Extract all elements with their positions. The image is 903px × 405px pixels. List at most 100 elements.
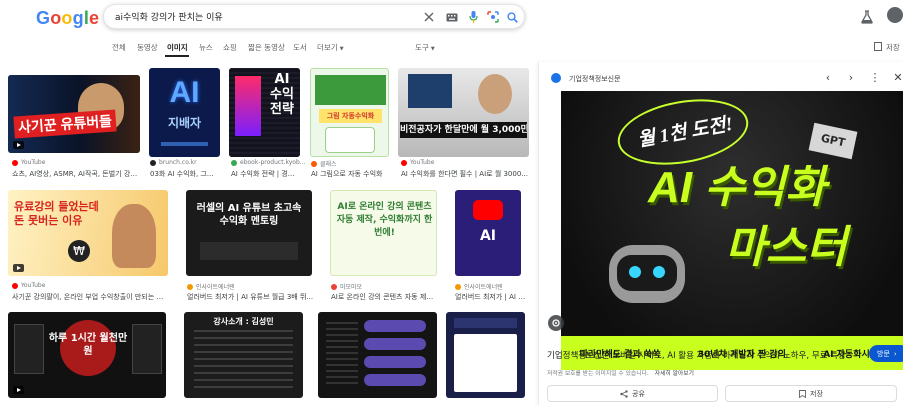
result-title[interactable]: AI로 온라인 강의 콘텐츠 자동 제작, 수... bbox=[331, 292, 439, 302]
result-title[interactable]: AI 수익화 전략 | 경... bbox=[231, 169, 301, 179]
lens-icon[interactable] bbox=[486, 10, 500, 24]
thumb-decoration bbox=[200, 242, 298, 260]
result-thumbnail[interactable]: 그림 자동수익화 bbox=[310, 68, 389, 157]
play-icon bbox=[13, 386, 24, 394]
result-thumbnail[interactable]: 러셀의 AI 유튜브 초고속 수익화 멘토링 bbox=[186, 190, 312, 276]
source-label: ebook-product.kyob... bbox=[240, 159, 306, 166]
result-source: brunch.co.kr bbox=[150, 159, 197, 166]
source-label: brunch.co.kr bbox=[159, 159, 197, 166]
more-options-icon[interactable]: ⋮ bbox=[868, 71, 882, 85]
tab-shopping[interactable]: 쇼핑 bbox=[223, 42, 237, 53]
search-icon[interactable] bbox=[505, 10, 519, 24]
source-label: YouTube bbox=[21, 159, 46, 166]
youtube-icon bbox=[401, 159, 407, 166]
result-title[interactable]: 03화 AI 수익화, 그... bbox=[150, 169, 220, 179]
thumb-card bbox=[454, 334, 517, 392]
keyboard-icon[interactable] bbox=[445, 10, 459, 24]
result-thumbnail[interactable] bbox=[318, 312, 437, 398]
logo-letter: G bbox=[36, 8, 51, 28]
result-thumbnail[interactable]: 사기꾼 유튜버들 bbox=[8, 75, 140, 153]
tab-news[interactable]: 뉴스 bbox=[199, 42, 213, 53]
tab-images[interactable]: 이미지 bbox=[167, 42, 188, 53]
site-icon bbox=[455, 283, 461, 290]
result-thumbnail[interactable] bbox=[446, 312, 525, 398]
tab-videos[interactable]: 동영상 bbox=[137, 42, 158, 53]
source-label: 인사이트에너텐 bbox=[196, 284, 235, 291]
learn-more-link[interactable]: 자세히 알아보기 bbox=[655, 371, 694, 377]
google-logo[interactable]: Google bbox=[36, 8, 99, 29]
search-box[interactable]: ai수익화 강의가 판치는 이유 bbox=[103, 4, 525, 29]
thumb-decoration bbox=[454, 318, 517, 328]
robot-head bbox=[609, 245, 685, 303]
thumb-caption: AI로 온라인 강의 콘텐츠 자동 제작, 수익화까지 한 번에! bbox=[336, 202, 433, 238]
lens-search-button[interactable] bbox=[548, 315, 564, 331]
mic-icon[interactable] bbox=[466, 10, 480, 24]
tab-books[interactable]: 도서 bbox=[293, 42, 307, 53]
result-title[interactable]: 얼러버드 최저가 | AI 유튜브 월급 3배 뛰... bbox=[187, 292, 315, 302]
result-source: 미모미모 bbox=[331, 282, 362, 291]
close-icon[interactable]: ✕ bbox=[891, 71, 903, 85]
robot-eye bbox=[629, 266, 641, 278]
tab-short-videos[interactable]: 짧은 동영상 bbox=[248, 42, 285, 53]
chevron-down-icon: ▼ bbox=[339, 46, 344, 52]
visit-button[interactable]: 방문 › bbox=[869, 345, 903, 362]
save-button[interactable]: 저장 bbox=[725, 385, 897, 402]
site-icon bbox=[311, 160, 317, 167]
result-thumbnail[interactable]: 강사소개 : 김성민 bbox=[184, 312, 303, 398]
logo-letter: o bbox=[50, 8, 62, 28]
logo-letter: o bbox=[61, 8, 73, 28]
site-icon bbox=[231, 159, 237, 166]
won-icon: ₩ bbox=[68, 240, 90, 262]
thumb-decoration bbox=[315, 75, 386, 105]
result-title[interactable]: 사기꾼 강의팔이, 온라인 부업 수익창출이 만되는 이유 bbox=[12, 292, 168, 302]
result-thumbnail[interactable]: 하루 1시간 월천만원 bbox=[8, 312, 166, 398]
result-title[interactable]: AI 수익화를 한다면 필수 | AI로 월 3000... bbox=[401, 169, 529, 179]
saved-link[interactable]: 저장 bbox=[886, 42, 900, 53]
thumb-subcaption: 지배자 bbox=[167, 116, 202, 130]
result-thumbnail[interactable]: AI 수익 전략 bbox=[229, 68, 300, 157]
result-title[interactable]: AI 그림으로 자동 수익화 bbox=[311, 169, 391, 179]
tab-all[interactable]: 전체 bbox=[112, 42, 126, 53]
youtube-logo bbox=[473, 200, 503, 220]
thumb-text-lines bbox=[194, 330, 293, 390]
tools-button[interactable]: 도구 ▼ bbox=[415, 42, 435, 53]
result-thumbnail[interactable]: 유료강의 들었는데 돈 못버는 이유 ₩ bbox=[8, 190, 168, 276]
search-input[interactable]: ai수익화 강의가 판치는 이유 bbox=[115, 10, 223, 23]
thumb-caption: AI 수익 전략 bbox=[270, 72, 294, 117]
result-source: YouTube bbox=[12, 282, 45, 289]
thumb-caption: 유료강의 들었는데 돈 못버는 이유 bbox=[14, 200, 99, 227]
next-icon[interactable]: › bbox=[844, 71, 858, 85]
avatar[interactable] bbox=[887, 7, 903, 23]
thumb-caption: 하루 1시간 월천만원 bbox=[48, 333, 128, 357]
result-source: 클래스 bbox=[311, 159, 337, 168]
tab-more[interactable]: 더보기 ▼ bbox=[317, 42, 344, 53]
site-icon bbox=[551, 73, 561, 83]
result-thumbnail[interactable]: 비전공자가 한달만에 월 3,000만원 만든 방법 bbox=[398, 68, 529, 157]
site-icon bbox=[150, 159, 156, 166]
site-icon bbox=[331, 283, 337, 290]
thumb-pill bbox=[364, 338, 426, 350]
preview-image[interactable]: 월 1천 도전! GPT AI 수익화 마스터 따라만해도 결과 쑥쑥 30년차… bbox=[561, 91, 903, 370]
robot-face bbox=[617, 255, 677, 291]
youtube-icon bbox=[12, 282, 18, 289]
share-button[interactable]: 공유 bbox=[547, 385, 718, 402]
tools-label: 도구 bbox=[415, 43, 429, 52]
tab-more-label: 더보기 bbox=[317, 43, 338, 52]
result-thumbnail[interactable]: AI bbox=[455, 190, 521, 276]
result-source: 인사이트에너텐 bbox=[187, 282, 235, 291]
result-thumbnail[interactable]: AI로 온라인 강의 콘텐츠 자동 제작, 수익화까지 한 번에! bbox=[330, 190, 437, 276]
panel-title[interactable]: 기업정책정보신문 모바일 사이트, AI 활용 자동화 마케팅과 수익화 노하우… bbox=[547, 349, 846, 361]
visit-label: 방문 bbox=[877, 349, 890, 358]
robot-eye bbox=[653, 266, 665, 278]
panel-source[interactable]: 기업정책정보신문 bbox=[569, 74, 621, 84]
bookmark-icon bbox=[799, 389, 806, 398]
result-title[interactable]: 쇼츠, AI영상, ASMR, AI작곡, 돈벌기 강의... bbox=[12, 169, 140, 179]
labs-icon[interactable] bbox=[860, 9, 874, 24]
prev-icon[interactable]: ‹ bbox=[821, 71, 835, 85]
result-title[interactable]: 얼러버드 최저가 | AI 유... bbox=[455, 292, 530, 302]
image-preview-panel: 기업정책정보신문 ‹ › ⋮ ✕ 월 1천 도전! GPT AI 수익화 마스터… bbox=[538, 62, 903, 405]
source-label: YouTube bbox=[410, 159, 435, 166]
close-icon[interactable] bbox=[422, 10, 436, 24]
result-thumbnail[interactable]: AI 지배자 bbox=[149, 68, 220, 157]
source-label: 인사이트에너텐 bbox=[464, 284, 503, 291]
